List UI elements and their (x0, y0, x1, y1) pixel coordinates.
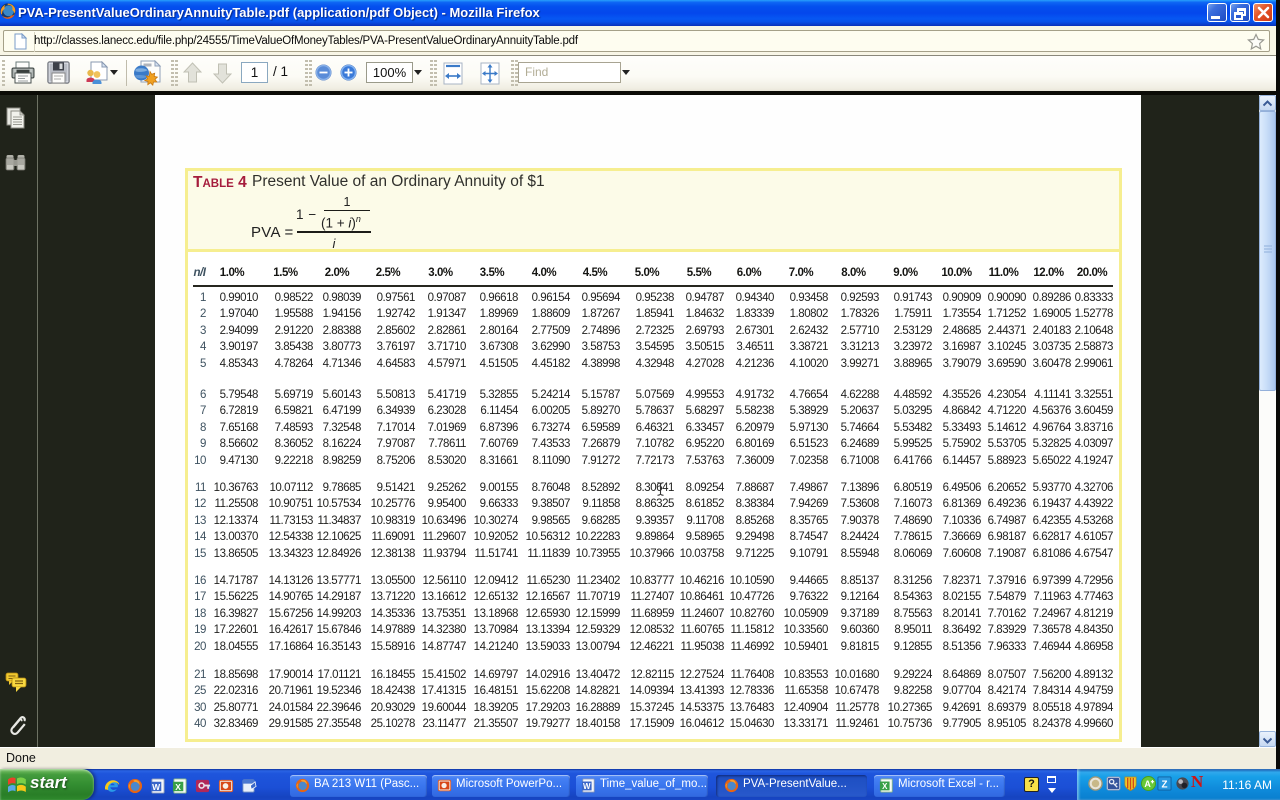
svg-text:Z: Z (1161, 779, 1167, 790)
svg-text:W: W (152, 782, 160, 792)
svg-text:X: X (882, 782, 888, 791)
svg-text:X: X (175, 782, 181, 792)
svg-text:W: W (583, 782, 591, 791)
svg-text:A: A (1144, 779, 1151, 789)
